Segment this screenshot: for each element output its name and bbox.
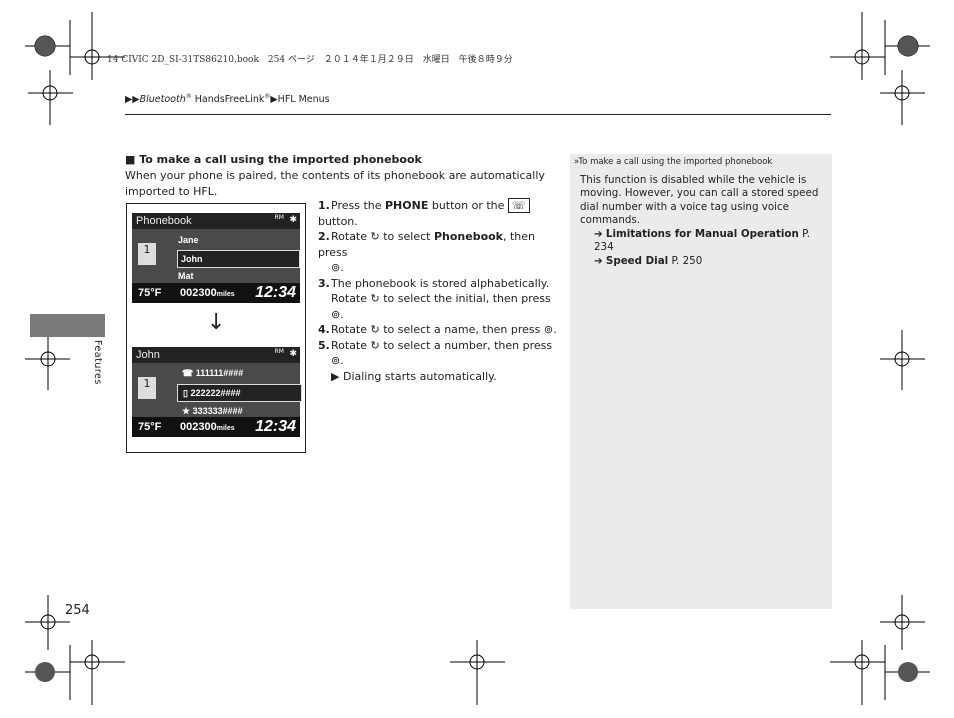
list-item[interactable]: Jane	[178, 235, 199, 245]
list-item[interactable]: ☎ 111111####	[182, 368, 243, 379]
text: Rotate	[331, 292, 371, 305]
clock: 12:34	[255, 418, 296, 435]
contact-screen: John RM ✱ 1 ☎ 111111#### ▯ 222222#### ★ …	[132, 347, 302, 437]
section-label: Features	[92, 340, 103, 385]
step-2: 2.Rotate ↻ to select Phonebook, then pre…	[318, 229, 563, 276]
phonebook-icon: 1	[138, 243, 156, 265]
manual-page: 14 CIVIC 2D_SI-31TS86210.book 254 ページ ２０…	[0, 0, 954, 718]
text: to select a number, then press	[379, 338, 553, 352]
link-label[interactable]: Speed Dial	[606, 255, 668, 267]
steps-list: 1.Press the PHONE button or the ☏ button…	[318, 198, 563, 384]
sidebar-note: »To make a call using the imported phone…	[574, 156, 824, 268]
intro-text: When your phone is paired, the contents …	[125, 169, 545, 198]
text: Rotate	[331, 230, 371, 243]
selector-knob-rotate-icon: ↻	[370, 292, 380, 305]
result-text: ▶ Dialing starts automatically.	[331, 369, 497, 383]
signal-icon: RM	[274, 214, 284, 221]
odometer-unit: miles	[216, 291, 235, 298]
list-item-selected[interactable]: John	[177, 250, 300, 268]
list-item[interactable]: Mat	[178, 271, 194, 281]
selector-knob-press-icon: ⊚.	[331, 354, 344, 367]
section-heading: ■ To make a call using the imported phon…	[125, 153, 422, 166]
step-3-cont: Rotate ↻ to select the initial, then pre…	[318, 291, 563, 307]
breadcrumb-bluetooth: Bluetooth	[139, 94, 186, 106]
info-bar: 75°F 002300miles 12:34	[132, 417, 300, 437]
odometer-unit: miles	[216, 425, 235, 432]
phone-button-icon: ☏	[507, 198, 530, 213]
breadcrumb: ▶▶Bluetooth® HandsFreeLink®▶HFL Menus	[125, 93, 330, 106]
odometer: 002300miles	[180, 421, 235, 433]
selector-knob-rotate-icon: ↻	[370, 338, 380, 352]
text: Rotate	[331, 323, 371, 336]
section-tab	[30, 314, 105, 337]
breadcrumb-hfl-menus: HFL Menus	[277, 94, 330, 106]
sidebar-body: This function is disabled while the vehi…	[580, 173, 819, 227]
heading-text: To make a call using the imported phoneb…	[139, 153, 422, 166]
selector-knob-press-icon: ⊚.	[543, 323, 557, 336]
step-3: 3.The phonebook is stored alphabetically…	[318, 276, 563, 323]
print-header: 14 CIVIC 2D_SI-31TS86210.book 254 ページ ２０…	[107, 55, 513, 65]
odometer-value: 002300	[180, 421, 217, 433]
text: To make a call using the imported phoneb…	[578, 157, 773, 167]
text: to select the initial, then press	[379, 292, 551, 305]
page-number: 254	[65, 603, 90, 618]
reg-mark: ®	[264, 93, 271, 100]
phone-label: PHONE	[385, 199, 429, 212]
phonebook-screen: Phonebook RM ✱ 1 Jane John Mat 75°F 0023…	[132, 213, 300, 303]
bluetooth-icon: ✱	[289, 215, 297, 225]
odometer: 002300miles	[180, 287, 235, 299]
text: Rotate	[331, 338, 371, 352]
step-1: 1.Press the PHONE button or the ☏ button…	[318, 198, 563, 229]
number: 333333####	[192, 406, 243, 416]
divider	[125, 114, 831, 115]
step-number: 2.	[318, 230, 330, 243]
info-bar: 75°F 002300miles 12:34	[132, 283, 300, 303]
step-number: 3.	[318, 276, 330, 290]
number: 222222####	[190, 388, 241, 398]
cross-reference-link[interactable]: ➔ Speed Dial P. 250	[574, 255, 824, 269]
selector-knob-press-icon: ⊚.	[331, 261, 344, 274]
selector-knob-press-icon: ⊚.	[331, 307, 344, 321]
step-number: 4.	[318, 323, 330, 336]
text: Press the	[331, 199, 385, 212]
breadcrumb-hfl: HandsFreeLink	[191, 94, 265, 106]
text: Dialing starts automatically.	[342, 369, 497, 383]
temperature: 75°F	[138, 287, 162, 299]
phonebook-label: Phonebook	[433, 230, 503, 243]
text: to select a name, then press	[379, 323, 544, 336]
step-number: 5.	[318, 338, 330, 352]
link-page: P. 250	[671, 254, 703, 267]
display-figure: Phonebook RM ✱ 1 Jane John Mat 75°F 0023…	[126, 203, 306, 453]
link-label[interactable]: Limitations for Manual Operation	[606, 228, 799, 240]
list-item-selected[interactable]: ▯ 222222####	[177, 384, 302, 402]
text: The phonebook is stored alphabetically.	[331, 276, 550, 290]
temperature: 75°F	[138, 421, 162, 433]
clock: 12:34	[255, 284, 296, 301]
phonebook-icon: 1	[138, 377, 156, 399]
step-number: 1.	[318, 199, 330, 212]
bluetooth-icon: ✱	[289, 349, 297, 359]
selector-knob-rotate-icon: ↻	[370, 230, 380, 243]
signal-icon: RM	[274, 348, 284, 355]
cross-reference-link[interactable]: ➔ Limitations for Manual Operation P. 23…	[574, 228, 824, 255]
text: button or the	[428, 199, 508, 212]
selector-knob-rotate-icon: ↻	[370, 323, 380, 336]
number: 111111####	[195, 368, 244, 378]
text: button.	[318, 214, 358, 228]
arrow-down-icon: ↓	[207, 310, 226, 335]
step-4: 4.Rotate ↻ to select a name, then press …	[318, 322, 563, 338]
odometer-value: 002300	[180, 287, 217, 299]
step-5: 5.Rotate ↻ to select a number, then pres…	[318, 338, 563, 369]
list-item[interactable]: ★ 333333####	[182, 406, 243, 417]
text: to select	[379, 230, 434, 243]
sidebar-title: »To make a call using the imported phone…	[574, 157, 773, 167]
